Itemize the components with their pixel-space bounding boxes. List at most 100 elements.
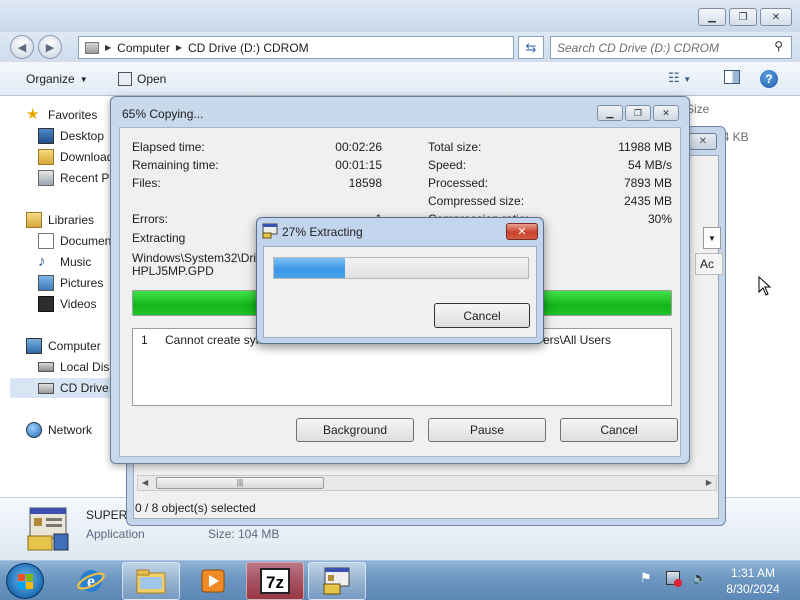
ratio-value: 30%	[647, 212, 672, 226]
action-center-flag-icon[interactable]: ⚑	[640, 571, 654, 585]
cancel-button[interactable]: Cancel	[560, 418, 678, 442]
command-bar: Organize ▼ Open ☷ ▼ ?	[0, 62, 800, 96]
extract-progress-bar	[273, 257, 529, 279]
close-button[interactable]: ✕	[760, 8, 792, 26]
archive-column-header[interactable]: Ac	[695, 253, 723, 275]
maximize-button[interactable]: ❐	[729, 8, 757, 26]
nav-desktop-label: Desktop	[60, 129, 105, 143]
pause-button[interactable]: Pause	[428, 418, 546, 442]
extract-cancel-button[interactable]: Cancel	[434, 303, 530, 328]
taskbar-media-player[interactable]	[184, 562, 242, 600]
network-icon	[26, 422, 42, 438]
back-button[interactable]: ◀	[10, 35, 34, 59]
open-button[interactable]: Open	[118, 72, 166, 86]
copy-dialog-title: 65% Copying...	[122, 107, 204, 121]
nav-computer-label: Computer	[48, 339, 101, 353]
elapsed-value: 00:02:26	[335, 140, 382, 154]
taskbar-internet-explorer[interactable]: e	[62, 562, 120, 600]
files-value: 18598	[348, 176, 382, 190]
extract-dialog-title: 27% Extracting	[282, 225, 363, 239]
total-size-label: Total size:	[428, 140, 482, 154]
start-button[interactable]	[6, 563, 44, 599]
clock-time: 1:31 AM	[730, 566, 776, 580]
scroll-right-icon[interactable]: ▶	[706, 478, 712, 487]
breadcrumb-chevron-icon: ▶	[105, 43, 112, 52]
current-path-line1: Windows\System32\Driver	[132, 251, 273, 265]
nav-libraries-label: Libraries	[48, 213, 95, 227]
cd-drive-icon	[38, 382, 54, 394]
log-row-number: 1	[141, 333, 148, 347]
application-icon	[118, 72, 132, 86]
search-input[interactable]: Search CD Drive (D:) CDROM ⚲	[550, 36, 792, 59]
total-size-value: 11988 MB	[618, 140, 672, 154]
current-path-line2: HPLJ5MP.GPD	[132, 264, 214, 278]
installer-icon	[262, 223, 278, 239]
forward-button[interactable]: ▶	[38, 35, 62, 59]
taskbar-installer[interactable]	[308, 562, 366, 600]
nav-cd-drive[interactable]: CD Drive (D:) CDROM	[10, 378, 120, 398]
copy-dialog-controls: ▁ ❐ ✕	[597, 105, 679, 121]
refresh-button[interactable]: ⇆	[518, 36, 544, 59]
nav-music-label: Music	[60, 255, 92, 269]
close-button[interactable]: ✕	[506, 223, 538, 240]
documents-icon	[38, 233, 54, 249]
remaining-value: 00:01:15	[335, 158, 382, 172]
desktop-icon	[38, 128, 54, 144]
preview-pane-icon	[724, 70, 740, 84]
breadcrumb-cd-drive[interactable]: CD Drive (D:) CDROM	[188, 41, 309, 55]
view-options-button[interactable]: ☷ ▼	[668, 70, 691, 86]
chevron-down-icon: ▼	[79, 74, 88, 84]
computer-icon	[26, 338, 42, 354]
videos-icon	[38, 296, 54, 312]
horizontal-scrollbar[interactable]: ◀ ||| ▶	[137, 475, 717, 491]
extract-dialog-body: Cancel	[263, 246, 537, 338]
processed-label: Processed:	[428, 176, 489, 190]
address-bar[interactable]: ▶ Computer ▶ CD Drive (D:) CDROM	[78, 36, 514, 59]
downloads-folder-icon	[38, 149, 54, 165]
scrollbar-thumb[interactable]: |||	[156, 477, 324, 489]
installer-icon	[323, 567, 350, 595]
recent-places-icon	[38, 170, 54, 186]
log-row-message-tail: ers\All Users	[543, 333, 612, 347]
taskbar: e 7z ⚑ 🔈 1:31 AM 8/30/2024	[0, 560, 800, 600]
elapsed-label: Elapsed time:	[132, 140, 205, 154]
system-clock[interactable]: 1:31 AM 8/30/2024	[718, 565, 788, 597]
errors-label: Errors:	[132, 212, 168, 226]
open-label: Open	[137, 72, 167, 86]
compressed-label: Compressed size:	[428, 194, 525, 208]
libraries-icon	[26, 212, 42, 228]
taskbar-explorer[interactable]	[122, 562, 180, 600]
minimize-button[interactable]: ▁	[698, 8, 726, 26]
explorer-titlebar: ▁ ❐ ✕	[0, 0, 800, 32]
breadcrumb-chevron-icon: ▶	[175, 43, 182, 52]
archive-dropdown-button[interactable]: ▼	[703, 227, 721, 249]
nav-network-label: Network	[48, 423, 93, 437]
speed-value: 54 MB/s	[627, 158, 672, 172]
volume-muted-icon[interactable]: 🔈	[692, 571, 707, 585]
close-button[interactable]: ✕	[653, 105, 679, 121]
background-button[interactable]: Background	[296, 418, 414, 442]
help-button[interactable]: ?	[760, 70, 778, 88]
organize-button[interactable]: Organize ▼	[26, 72, 88, 86]
search-icon[interactable]: ⚲	[774, 39, 783, 53]
refresh-icon: ⇆	[525, 39, 537, 55]
folder-icon	[136, 569, 166, 594]
network-status-icon[interactable]	[666, 571, 682, 587]
archive-close-button[interactable]: ✕	[689, 133, 717, 150]
compressed-value: 2435 MB	[623, 194, 672, 208]
files-label: Files:	[132, 176, 161, 190]
scroll-left-icon[interactable]: ◀	[142, 478, 148, 487]
maximize-button[interactable]: ❐	[625, 105, 651, 121]
detail-size: Size: 104 MB	[208, 527, 280, 541]
taskbar-7zip[interactable]: 7z	[246, 562, 304, 600]
nav-favorites-label: Favorites	[48, 108, 98, 122]
drive-icon	[85, 41, 99, 54]
navigation-pane: ★ Favorites Desktop Downloads Recent Pla…	[0, 97, 139, 497]
address-row: ◀ ▶ ▶ Computer ▶ CD Drive (D:) CDROM ⇆ S…	[0, 32, 800, 62]
clock-date: 8/30/2024	[726, 582, 780, 596]
minimize-button[interactable]: ▁	[597, 105, 623, 121]
svg-text:7z: 7z	[266, 573, 284, 592]
breadcrumb-computer[interactable]: Computer	[117, 41, 170, 55]
detail-type: Application	[86, 527, 145, 541]
preview-pane-button[interactable]	[724, 70, 740, 87]
